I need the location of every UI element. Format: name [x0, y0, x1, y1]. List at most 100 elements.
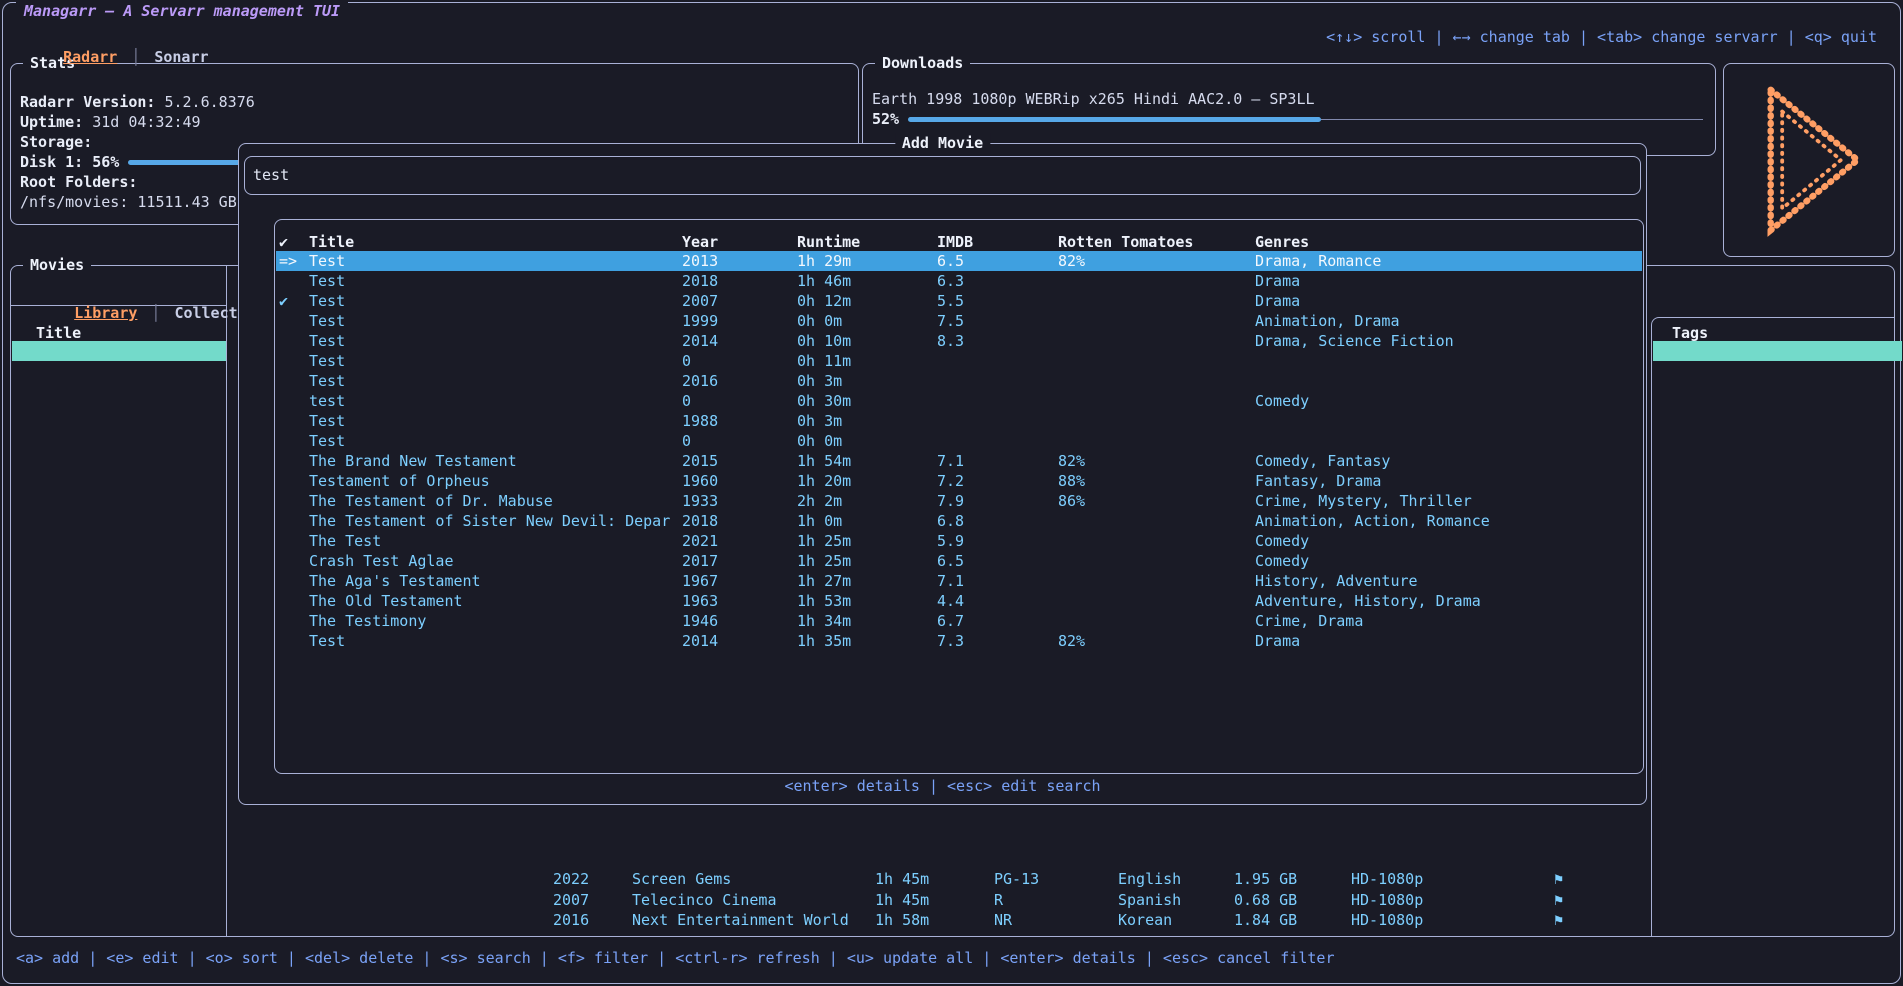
movie-list-item[interactable]: Sinister 2	[12, 646, 226, 666]
search-result-row[interactable]: The Testament of Sister New Devil: Depar…	[276, 511, 1642, 531]
search-result-row[interactable]: test 0 0h 30m Comedy	[276, 391, 1642, 411]
movie-list-item[interactable]: A Quiet Place	[12, 565, 226, 585]
result-title: The Old Testament	[309, 591, 679, 611]
search-result-row[interactable]: Test 2016 0h 3m	[276, 371, 1642, 391]
result-imdb: 6.3	[937, 271, 964, 291]
result-title: Test	[309, 251, 679, 271]
version-line: Radarr Version: 5.2.6.8376	[20, 92, 849, 112]
result-imdb: 6.5	[937, 251, 964, 271]
search-results-table: ✔ Title Year Runtime IMDB Rotten Tomatoe…	[274, 219, 1644, 774]
result-title: test	[309, 391, 679, 411]
search-result-row[interactable]: ✔ Test 2007 0h 12m 5.5 Drama	[276, 291, 1642, 311]
search-result-row[interactable]: Test 2018 1h 46m 6.3 Drama	[276, 271, 1642, 291]
movie-list-item[interactable]: Misery	[12, 788, 226, 808]
result-title: Test	[309, 351, 679, 371]
tab-divider: │	[151, 304, 160, 322]
gauge-remainder	[1321, 119, 1703, 120]
movie-list-item[interactable]: Inception	[12, 422, 226, 442]
monitored-flag-icon: ⚑	[1554, 890, 1563, 910]
library-tabbar: Library│Collections	[20, 283, 274, 303]
movie-list-item[interactable]: Us	[12, 666, 226, 686]
result-runtime: 1h 25m	[797, 531, 851, 551]
search-result-row[interactable]: Test 1999 0h 0m 7.5 Animation, Drama	[276, 311, 1642, 331]
movie-list-item[interactable]: A Quiet Place Part II	[12, 585, 226, 605]
movie-list-item[interactable]: Firestarter	[12, 768, 226, 788]
movie-list-item[interactable]: The Witch	[12, 605, 226, 625]
download-progress-gauge	[908, 109, 1703, 129]
servarr-tabbar: Radarr│Sonarr	[27, 27, 209, 87]
movie-list-item[interactable]: The Conjuring 2	[12, 382, 226, 402]
tab-radarr[interactable]: Radarr	[63, 48, 117, 66]
result-year: 2018	[682, 511, 718, 531]
library-table-row[interactable]: 2016 Next Entertainment World 1h 58m NR …	[12, 910, 1893, 930]
movie-list-item[interactable]: The Girl with All the	[12, 849, 226, 869]
movie-list-item[interactable]: Nope	[12, 524, 226, 544]
tab-sonarr[interactable]: Sonarr	[154, 48, 208, 66]
movie-list-item[interactable]: Ma	[12, 707, 226, 727]
movie-list-item[interactable]: Lights Out	[12, 808, 226, 828]
movie-list-item[interactable]: Alien	[12, 483, 226, 503]
search-result-row[interactable]: The Aga's Testament 1967 1h 27m 7.1 Hist…	[276, 571, 1642, 591]
movie-list-item[interactable]: Slender Man	[12, 686, 226, 706]
result-year: 1963	[682, 591, 718, 611]
result-year: 0	[682, 431, 691, 451]
search-result-row[interactable]: Test 1988 0h 3m	[276, 411, 1642, 431]
search-result-row[interactable]: Test 2014 0h 10m 8.3 Drama, Science Fict…	[276, 331, 1642, 351]
movie-language: Spanish	[1118, 890, 1181, 910]
movie-list-item[interactable]: Gone with the Wind	[12, 544, 226, 564]
result-runtime: 0h 0m	[797, 311, 842, 331]
result-rotten-tomatoes: 82%	[1058, 251, 1085, 271]
managarr-play-logo-icon	[1745, 77, 1873, 243]
movie-list-item[interactable]: mother!	[12, 727, 226, 747]
movie-list-item[interactable]: The Conjuring	[12, 361, 226, 381]
movie-studio: Screen Gems	[632, 869, 731, 889]
library-table-row[interactable]: 2007 Telecinco Cinema 1h 45m R Spanish 0…	[12, 890, 1893, 910]
search-result-row[interactable]: Test 0 0h 0m	[276, 431, 1642, 451]
result-runtime: 1h 27m	[797, 571, 851, 591]
result-imdb: 7.1	[937, 571, 964, 591]
movie-list-item[interactable]: => Dune	[12, 341, 226, 361]
search-result-row[interactable]: Test 0 0h 11m	[276, 351, 1642, 371]
column-header-runtime: Runtime	[797, 232, 860, 252]
movie-studio: Next Entertainment World	[632, 910, 849, 930]
result-genres: Crime, Drama	[1255, 611, 1363, 631]
search-result-row[interactable]: The Brand New Testament 2015 1h 54m 7.1 …	[276, 451, 1642, 471]
results-header-row: ✔ Title Year Runtime IMDB Rotten Tomatoe…	[276, 232, 1642, 252]
uptime-label: Uptime:	[20, 112, 83, 132]
downloads-panel-title: Downloads	[875, 53, 970, 73]
movie-list-item[interactable]: The Thing	[12, 463, 226, 483]
movie-list-item[interactable]: The Conjuring: The De	[12, 402, 226, 422]
search-input[interactable]	[253, 158, 1623, 191]
row-marker: ✔	[279, 291, 288, 311]
result-runtime: 0h 3m	[797, 371, 842, 391]
result-imdb: 5.5	[937, 291, 964, 311]
download-item-name: Earth 1998 1080p WEBRip x265 Hindi AAC2.…	[872, 89, 1315, 109]
search-result-row[interactable]: Crash Test Aglae 2017 1h 25m 6.5 Comedy	[276, 551, 1642, 571]
result-year: 1999	[682, 311, 718, 331]
result-genres: Animation, Drama	[1255, 311, 1400, 331]
search-result-row[interactable]: The Testimony 1946 1h 34m 6.7 Crime, Dra…	[276, 611, 1642, 631]
search-result-row[interactable]: The Testament of Dr. Mabuse 1933 2h 2m 7…	[276, 491, 1642, 511]
result-title: Test	[309, 291, 679, 311]
movie-list-item[interactable]: Sinister	[12, 625, 226, 645]
search-result-row[interactable]: The Old Testament 1963 1h 53m 4.4 Advent…	[276, 591, 1642, 611]
movie-list-item[interactable]: Life	[12, 504, 226, 524]
result-year: 1967	[682, 571, 718, 591]
movie-list-item[interactable]: 1408	[12, 829, 226, 849]
result-year: 2018	[682, 271, 718, 291]
search-result-row[interactable]: The Test 2021 1h 25m 5.9 Comedy	[276, 531, 1642, 551]
library-table-row[interactable]: 2022 Screen Gems 1h 45m PG-13 English 1.…	[12, 869, 1893, 889]
result-year: 0	[682, 391, 691, 411]
movie-list-item[interactable]: Incantation	[12, 747, 226, 767]
bottom-keybind-hints: <a> add | <e> edit | <o> sort | <del> de…	[16, 948, 1335, 968]
result-runtime: 1h 46m	[797, 271, 851, 291]
result-title: Test	[309, 411, 679, 431]
movie-runtime: 1h 45m	[875, 869, 929, 889]
search-result-row[interactable]: Testament of Orpheus 1960 1h 20m 7.2 88%…	[276, 471, 1642, 491]
search-result-row[interactable]: => Test 2013 1h 29m 6.5 82% Drama, Roman…	[276, 251, 1642, 271]
search-result-row[interactable]: Test 2014 1h 35m 7.3 82% Drama	[276, 631, 1642, 651]
result-rotten-tomatoes: 82%	[1058, 451, 1085, 471]
movie-quality: HD-1080p	[1351, 910, 1423, 930]
tab-library[interactable]: Library	[74, 304, 137, 322]
movie-list-item[interactable]: The Martian	[12, 443, 226, 463]
